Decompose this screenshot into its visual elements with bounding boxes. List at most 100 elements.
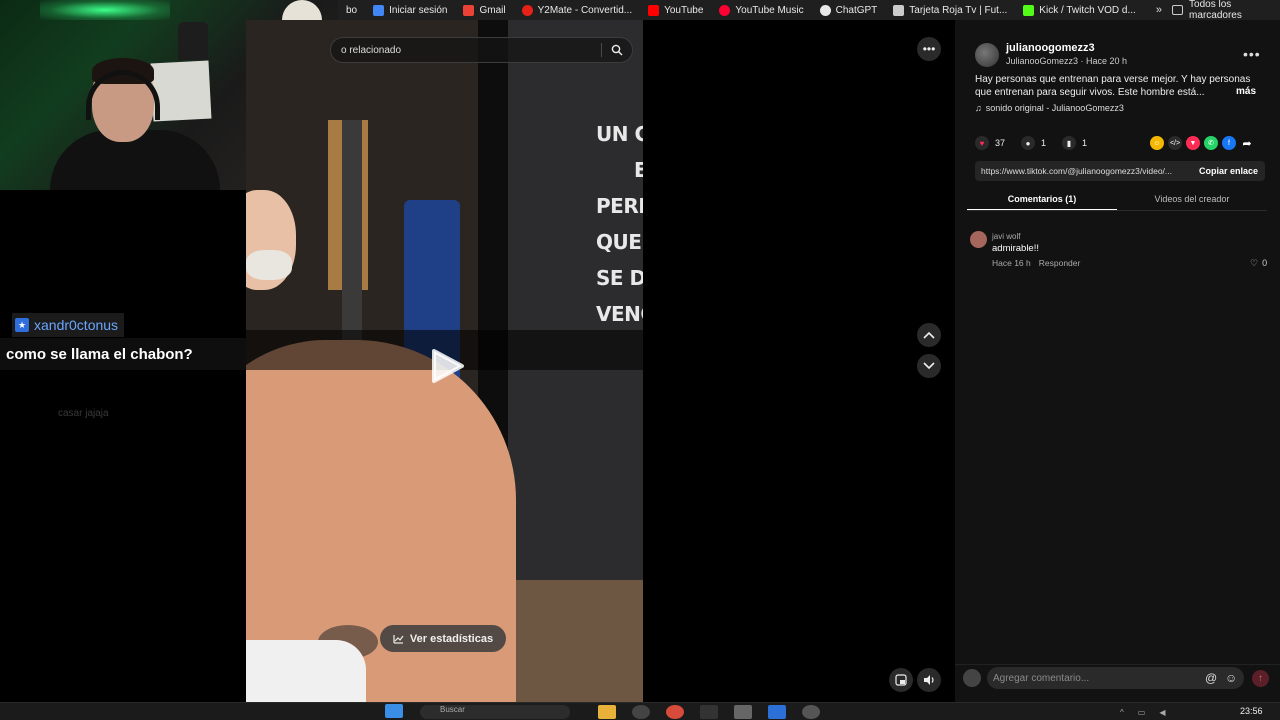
taskbar-icons — [385, 704, 403, 718]
next-video-button[interactable] — [917, 354, 941, 378]
post-comment-button[interactable]: ↑ — [1252, 670, 1269, 687]
tray-chevron-icon[interactable]: ^ — [1120, 708, 1124, 717]
bookmark-label: YouTube — [664, 4, 704, 16]
commenter-name[interactable]: javi wolf — [992, 232, 1020, 241]
pip-icon — [895, 674, 907, 686]
emoji-icon[interactable]: ☺ — [1225, 671, 1237, 685]
chat-message: como se llama el chabon? — [0, 338, 246, 370]
commenter-avatar[interactable] — [970, 231, 987, 248]
bookmark-label: Y2Mate - Convertid... — [537, 4, 633, 16]
app-icon[interactable] — [632, 705, 650, 719]
bookmark-label: ChatGPT — [835, 4, 878, 16]
view-stats-button[interactable]: Ver estadísticas — [380, 625, 506, 652]
wall-text-line: E — [634, 158, 643, 182]
video-man-beard — [246, 250, 292, 280]
search-icon[interactable] — [611, 44, 623, 56]
bookmark-chatgpt[interactable]: ChatGPT — [812, 0, 886, 20]
wall-text-line: VENC — [596, 302, 643, 326]
previous-video-button[interactable] — [917, 323, 941, 347]
app-icon-2[interactable] — [734, 705, 752, 719]
comment-button[interactable]: ● 1 — [1021, 136, 1046, 150]
engagement-stats: ♥ 37 ● 1 ▮ 1 — [975, 136, 1097, 150]
all-bookmarks-button[interactable]: Todos los marcadores — [1171, 0, 1280, 21]
like-button[interactable]: ♥ 37 — [975, 136, 1005, 150]
reply-button[interactable]: Responder — [1039, 258, 1081, 268]
share-row: ☺ </> ▼ ✆ f ➦ — [1150, 136, 1254, 150]
chart-icon — [393, 634, 404, 644]
facebook-icon[interactable]: f — [1222, 136, 1236, 150]
embed-icon[interactable]: </> — [1168, 136, 1182, 150]
volume-icon — [923, 675, 934, 685]
network-icon[interactable]: ▭ — [1138, 708, 1146, 717]
arrow-up-icon: ↑ — [1258, 673, 1263, 684]
chrome-icon[interactable] — [666, 705, 684, 719]
mention-icon[interactable]: @ — [1205, 671, 1217, 685]
chat-username: ★ xandr0ctonus — [12, 313, 125, 337]
left-background — [0, 190, 246, 702]
comment-count: 1 — [1041, 138, 1047, 148]
search-text: o relacionado — [341, 44, 402, 56]
bookmark-tarjeta-roja[interactable]: Tarjeta Roja Tv | Fut... — [885, 0, 1015, 20]
clock[interactable]: 23:56 — [1240, 706, 1263, 716]
bookmark-iniciar-sesion[interactable]: Iniciar sesión — [365, 0, 455, 20]
bookmark-gmail[interactable]: Gmail — [455, 0, 513, 20]
sound-link[interactable]: ♫ sonido original - JulianooGomezz3 — [975, 103, 1124, 113]
chat-faded-message: casar jajaja — [58, 408, 109, 419]
picture-in-picture-button[interactable] — [889, 668, 913, 692]
repost-icon[interactable]: ☺ — [1150, 136, 1164, 150]
play-icon[interactable] — [431, 348, 465, 384]
bookmark-label: Gmail — [479, 4, 506, 16]
panel-tabs: Comentarios (1) Videos del creador — [967, 190, 1267, 211]
video-shirt — [246, 640, 366, 702]
speaker-icon[interactable]: ◀ — [1159, 708, 1165, 717]
share-arrow-icon[interactable]: ➦ — [1240, 136, 1254, 150]
heart-icon: ♥ — [975, 136, 989, 150]
like-count: 37 — [995, 138, 1006, 148]
post-description: Hay personas que entrenan para verse mej… — [975, 74, 1251, 98]
tarjeta-roja-icon — [893, 4, 905, 16]
comment-icon: ● — [1021, 136, 1036, 150]
wall-text-line: UN GAN — [596, 122, 643, 146]
google-icon — [373, 4, 385, 16]
creator-avatar[interactable] — [975, 43, 999, 67]
wall-text-line: PERDI — [596, 194, 643, 218]
post-options-button[interactable]: ••• — [1243, 46, 1261, 62]
description-more-button[interactable]: más — [1236, 86, 1256, 97]
bookmark-kick[interactable]: Kick / Twitch VOD d... — [1015, 0, 1144, 20]
whatsapp-icon[interactable]: ✆ — [1204, 136, 1218, 150]
save-button[interactable]: ▮ 1 — [1062, 136, 1087, 150]
app-icon-3[interactable] — [802, 705, 820, 719]
windows-start-icon[interactable] — [385, 704, 403, 718]
copy-link-button[interactable]: Copiar enlace — [1199, 166, 1258, 176]
bookmarks-more-button[interactable]: » — [1146, 4, 1172, 16]
taskbar-search[interactable]: Buscar — [420, 705, 570, 719]
video-link[interactable]: https://www.tiktok.com/@julianoogomezz3/… — [981, 166, 1189, 176]
volume-button[interactable] — [917, 668, 941, 692]
more-options-button[interactable]: ••• — [917, 37, 941, 61]
tab-comments[interactable]: Comentarios (1) — [967, 190, 1117, 210]
bookmark-partial[interactable]: bo — [338, 0, 365, 20]
tab-creator-videos[interactable]: Videos del creador — [1117, 190, 1267, 210]
epic-games-icon[interactable] — [700, 705, 718, 719]
comment-meta: Hace 16 h Responder — [992, 258, 1080, 268]
file-explorer-icon[interactable] — [598, 705, 616, 719]
bookmark-youtube[interactable]: YouTube — [640, 0, 711, 20]
bookmark-label: YouTube Music — [735, 4, 804, 16]
send-icon[interactable]: ▼ — [1186, 136, 1200, 150]
save-count: 1 — [1082, 138, 1088, 148]
youtube-music-icon — [719, 4, 731, 16]
bookmark-icon: ▮ — [1062, 136, 1077, 150]
outlook-icon[interactable] — [768, 705, 786, 719]
music-note-icon: ♫ — [975, 103, 982, 113]
chevron-down-icon — [923, 362, 935, 370]
chevron-up-icon — [923, 331, 935, 339]
screen: bo Iniciar sesión Gmail Y2Mate - Convert… — [0, 0, 1280, 720]
comment-like-count: 0 — [1262, 258, 1268, 268]
bookmark-youtube-music[interactable]: YouTube Music — [711, 0, 811, 20]
bookmark-y2mate[interactable]: Y2Mate - Convertid... — [514, 0, 640, 20]
comment-like-button[interactable]: ♡ 0 — [1250, 258, 1267, 269]
video-wall-text: UN GAN E PERDI QUE JA SE DIO VENC — [596, 124, 643, 340]
all-bookmarks-label: Todos los marcadores — [1189, 0, 1242, 21]
creator-username[interactable]: julianoogomezz3 — [1006, 42, 1095, 54]
search-input[interactable]: o relacionado — [330, 37, 633, 63]
